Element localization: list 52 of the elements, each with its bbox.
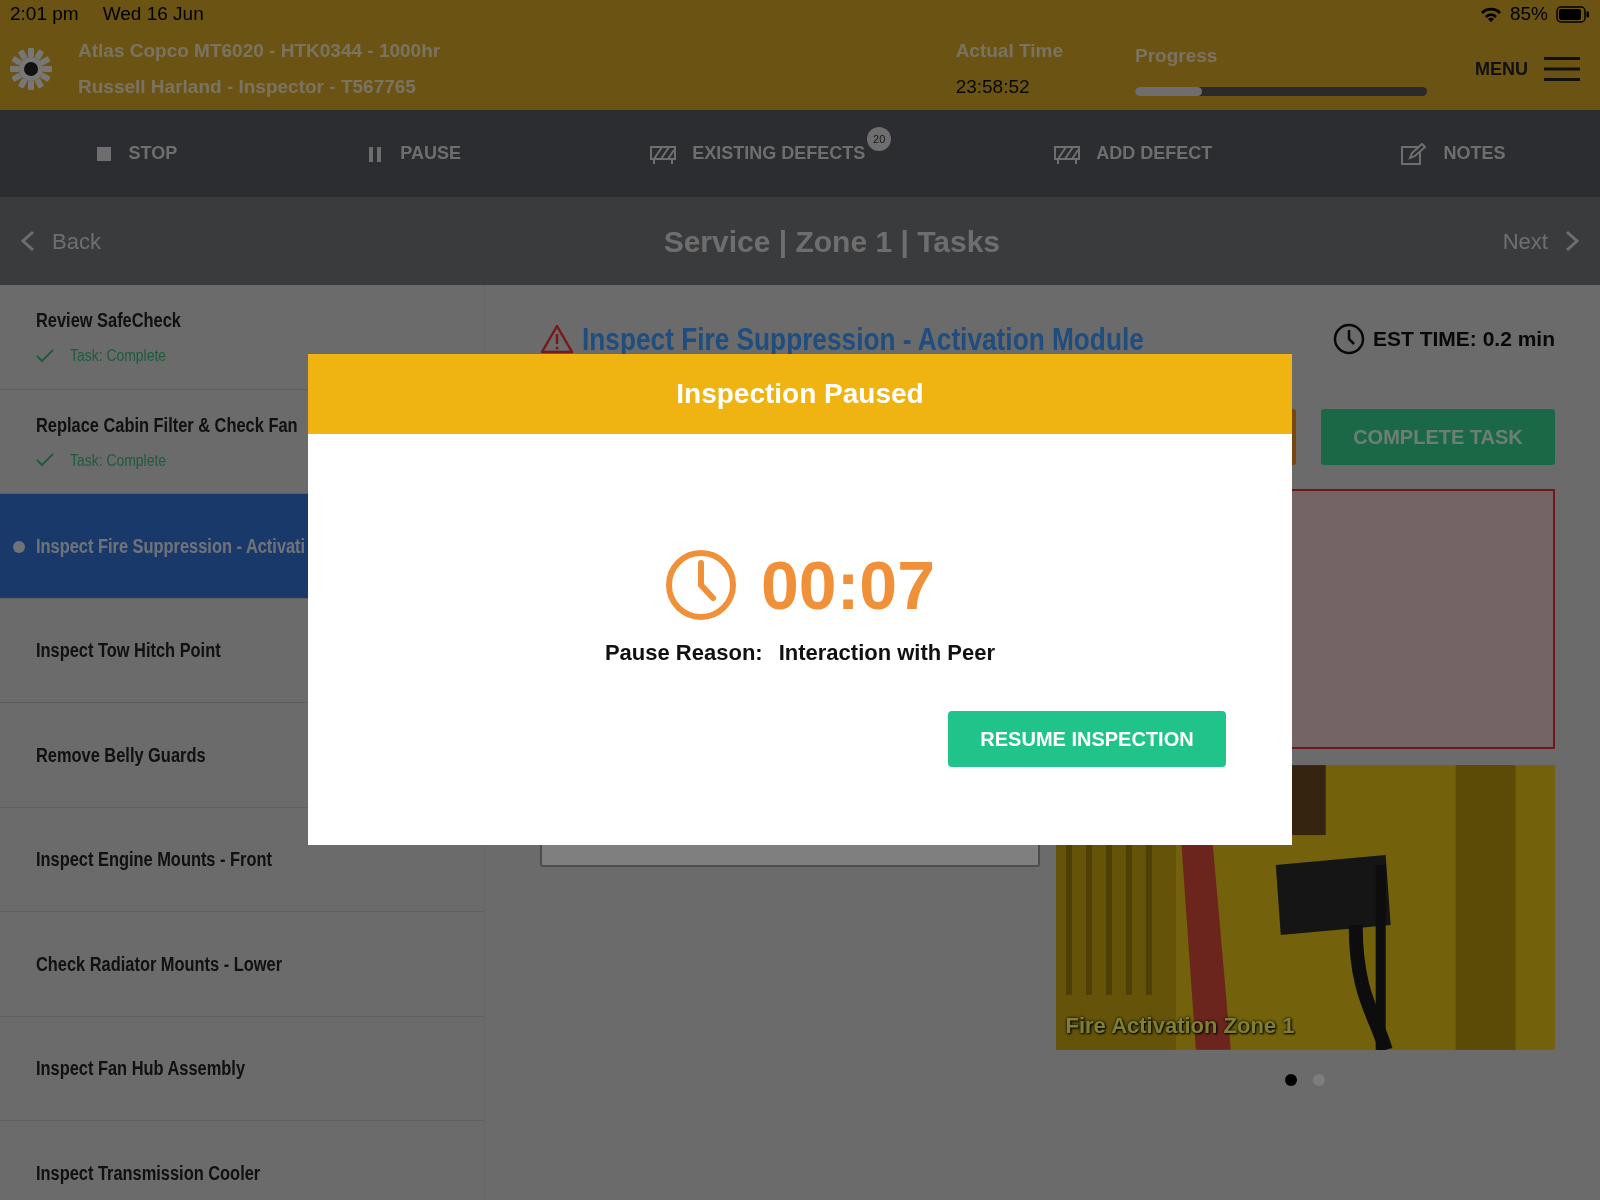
pause-reason-label: Pause Reason: [604,639,763,667]
inspector-name: Russell Harland - Inspector - T567765 [78,75,417,99]
toolbar-button[interactable]: PAUSE [360,139,468,168]
task-title: Inspect Tow Hitch Point [36,638,221,664]
check-icon [36,453,54,468]
edit-icon [1401,142,1428,165]
machine-title: Atlas Copco MT6020 - HTK0344 - 1000hr [78,38,441,63]
pause-reason: Interaction with Peer [778,639,996,667]
chevron-right-icon [1564,230,1580,252]
resume-button[interactable]: RESUME INSPECTION [948,711,1226,767]
wifi-icon [1479,6,1502,22]
task-title: Inspect Transmission Cooler [36,1160,261,1186]
estimated-time: EST TIME: 0.2 min [1372,326,1555,353]
menu-icon [1544,56,1580,82]
task-status: Task: Complete [70,345,167,367]
task-title: Inspect Fire Suppression - Activati [36,533,306,559]
check-icon [36,348,54,363]
actual-time-value: 23:58:52 [955,75,1031,99]
clock-icon [1332,323,1365,355]
task-list-item[interactable]: Check Radiator Mounts - Lower [0,912,484,1017]
menu-button[interactable]: MENU [1475,55,1580,83]
dialog-title: Inspection Paused [308,354,1292,434]
progress-label: Progress [1135,44,1219,69]
task-title: Inspect Engine Mounts - Front [36,847,272,873]
status-date: Wed 16 Jun [102,1,204,26]
toolbar-button[interactable]: ADD DEFECT [1048,139,1219,168]
task-list-item[interactable]: Inspect Transmission Cooler [0,1121,484,1200]
gear-logo-icon [8,46,54,92]
battery-icon [1556,5,1590,23]
warning-icon [540,324,574,354]
task-title: Inspect Fan Hub Assembly [36,1056,245,1082]
barrier-icon [1054,143,1081,164]
bullet-icon [13,541,25,553]
toolbar-button[interactable]: STOP [88,139,184,168]
clock-icon [665,549,738,621]
task-list-item[interactable]: Inspect Fan Hub Assembly [0,1016,484,1121]
task-title: Review SafeCheck [36,308,181,333]
task-status: Task: Complete [70,449,167,472]
complete-task-button[interactable]: COMPLETE TASK [1321,409,1555,465]
task-title: Replace Cabin Filter & Check Fan [36,412,298,438]
barrier-icon [650,143,677,164]
task-title: Check Radiator Mounts - Lower [36,951,283,977]
toolbar-button[interactable]: NOTES [1395,139,1512,168]
pause-timer: 00:07 [761,546,935,625]
chevron-left-icon [20,230,36,252]
actual-time-label: Actual Time [955,38,1063,63]
carousel-dot[interactable] [1285,1074,1298,1086]
stop-icon [94,144,113,163]
battery-percent: 85% [1509,1,1548,26]
task-title: Remove Belly Guards [36,742,206,768]
count-badge: 20 [867,127,892,151]
status-time: 2:01 pm [10,1,79,26]
